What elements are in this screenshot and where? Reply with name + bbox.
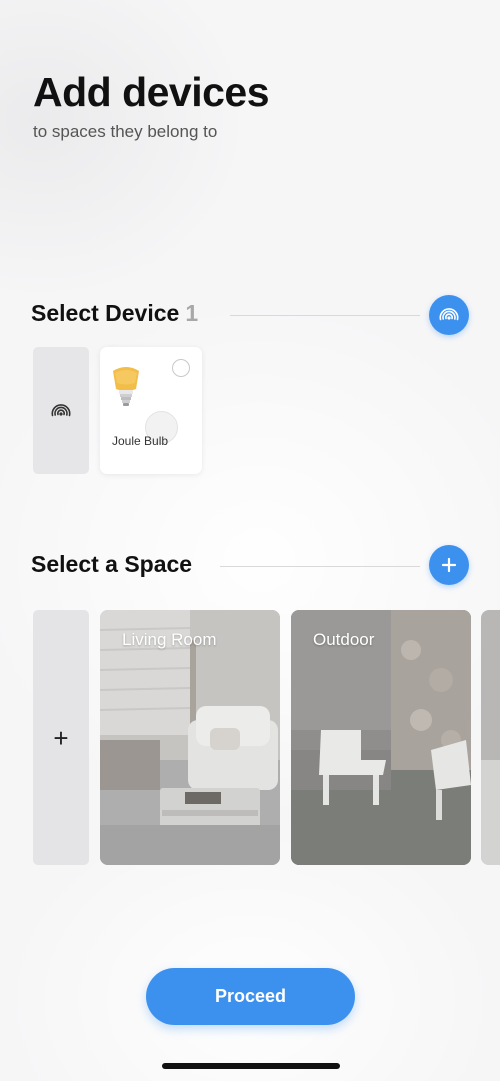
space-image-partial	[481, 610, 500, 865]
page-title: Add devices	[33, 69, 270, 115]
space-card-partial[interactable]	[481, 610, 500, 865]
background	[0, 0, 500, 1081]
proceed-button[interactable]: Proceed	[146, 968, 355, 1025]
select-space-title: Select a Space	[31, 551, 193, 577]
select-device-title: Select Device	[31, 300, 180, 326]
space-section-divider	[220, 566, 420, 567]
space-card-outdoor[interactable]: Outdoor	[291, 610, 471, 865]
device-name: Joule Bulb	[112, 434, 169, 448]
device-select-radio[interactable]	[172, 359, 190, 377]
wireless-scan-icon	[439, 308, 459, 321]
home-indicator	[162, 1063, 340, 1069]
space-card-living-room[interactable]: Living Room	[100, 610, 280, 865]
wireless-scan-icon	[51, 403, 71, 416]
device-count: 1	[185, 300, 199, 326]
scan-tile[interactable]	[33, 347, 89, 474]
add-space-button[interactable]	[429, 545, 469, 585]
scan-devices-button[interactable]	[429, 295, 469, 335]
plus-icon	[441, 557, 457, 573]
device-card-joule-bulb[interactable]: Joule Bulb	[100, 347, 202, 474]
space-label: Living Room	[122, 630, 217, 649]
add-space-tile[interactable]: +	[33, 610, 89, 865]
device-section-divider	[230, 315, 420, 316]
page-subtitle: to spaces they belong to	[33, 122, 218, 141]
plus-icon: +	[53, 722, 69, 753]
light-bulb-icon	[113, 367, 139, 406]
space-label: Outdoor	[313, 630, 375, 649]
select-device-heading: Select Device 1	[31, 300, 198, 327]
